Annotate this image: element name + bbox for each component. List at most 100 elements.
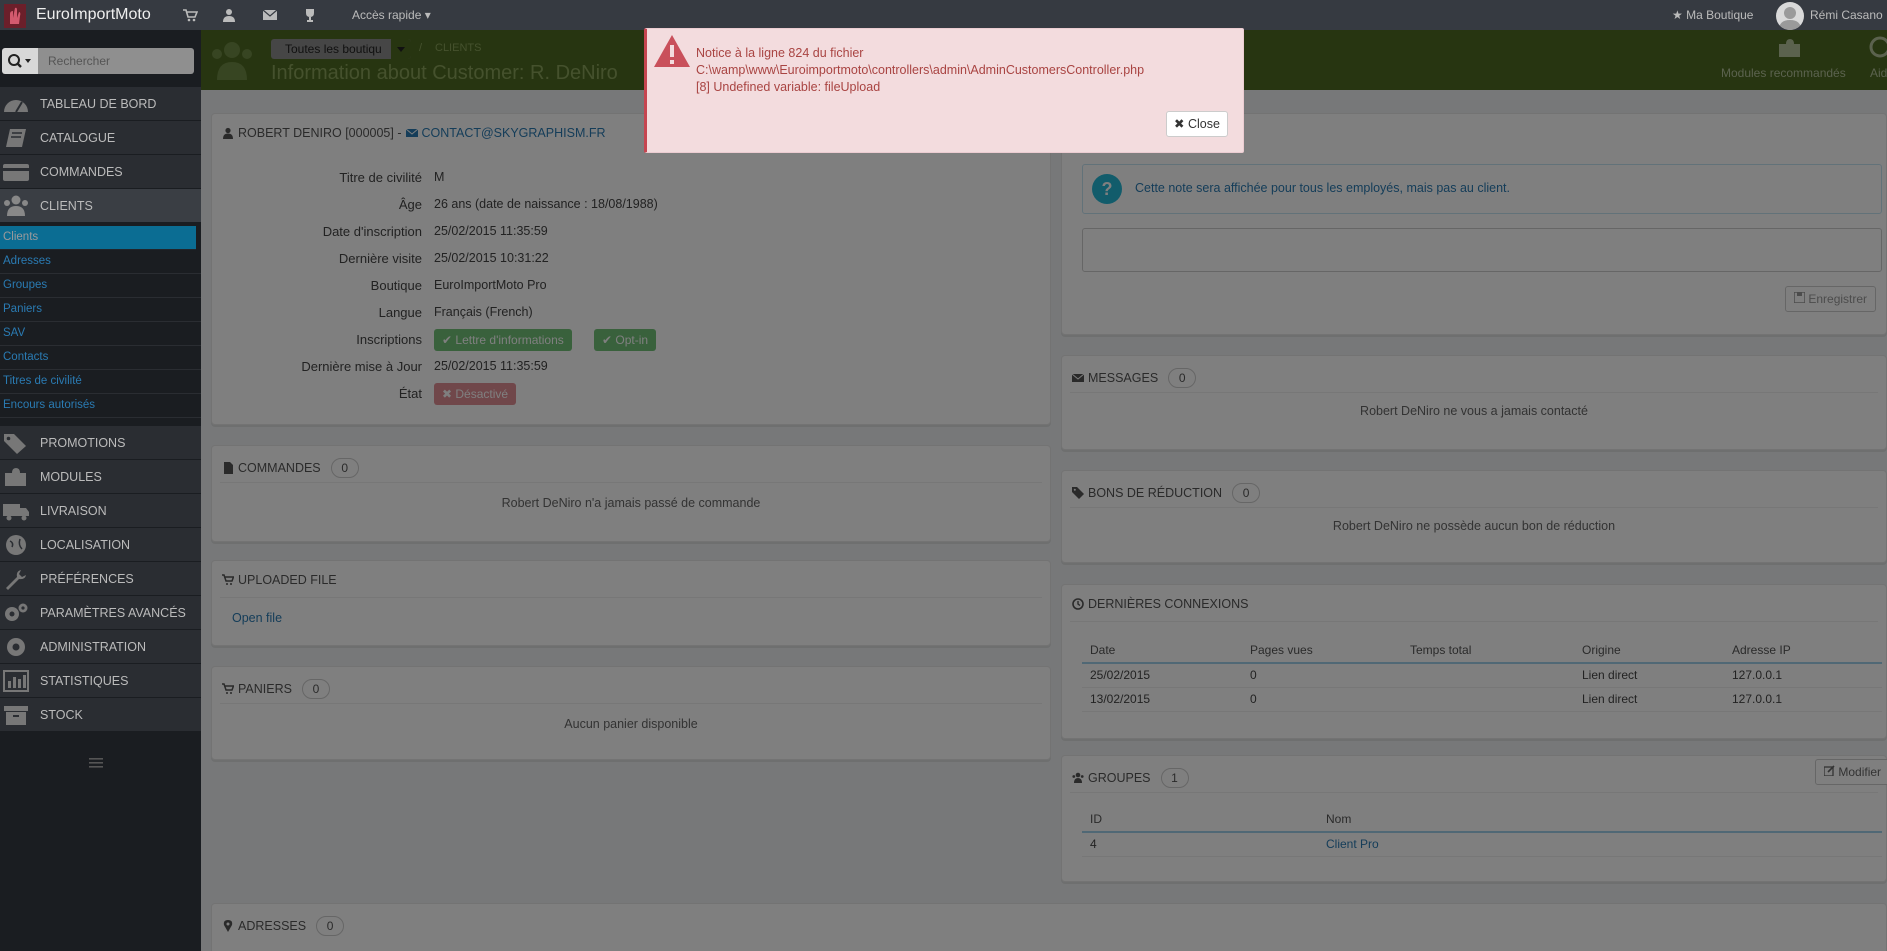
uploaded-file-panel: UPLOADED FILE Open file xyxy=(211,560,1051,646)
truck-icon xyxy=(3,504,29,521)
cart-icon[interactable] xyxy=(182,8,198,22)
menu-item-advanced-parameters[interactable]: PARAMÈTRES AVANCÉS xyxy=(0,596,201,630)
uploaded-file-heading: UPLOADED FILE xyxy=(222,573,337,587)
alert-line-1: Notice à la ligne 824 du fichier xyxy=(696,46,864,60)
clock-icon xyxy=(1072,598,1084,610)
table-row: 13/02/2015 0 Lien direct 127.0.0.1 xyxy=(1082,687,1882,712)
question-icon: ? xyxy=(1092,174,1122,204)
map-marker-icon xyxy=(223,920,233,932)
collapse-menu-icon[interactable] xyxy=(89,758,103,768)
open-file-link[interactable]: Open file xyxy=(232,611,282,625)
my-shop-link[interactable]: ★ Ma Boutique xyxy=(1672,8,1753,22)
submenu-item-customers[interactable]: Clients xyxy=(0,226,196,250)
customer-name: ROBERT DENIRO [000005] - xyxy=(238,126,402,140)
field-age: Âge 26 ans (date de naissance : 18/08/198… xyxy=(398,197,658,212)
vouchers-empty-message: Robert DeNiro ne possède aucun bon de ré… xyxy=(1332,519,1616,533)
trophy-icon[interactable] xyxy=(302,8,318,22)
field-shop: Boutique EuroImportMoto Pro xyxy=(370,278,547,293)
prestashop-logo-icon[interactable] xyxy=(4,4,26,28)
orders-empty-message: Robert DeNiro n'a jamais passé de comman… xyxy=(501,496,761,510)
note-textarea[interactable] xyxy=(1082,228,1882,272)
customers-header-icon xyxy=(212,42,252,80)
menu-item-stock[interactable]: STOCK xyxy=(0,698,201,732)
orders-panel: COMMANDES 0 Robert DeNiro n'a jamais pass… xyxy=(211,445,1051,542)
search-input[interactable] xyxy=(38,48,194,74)
connections-table: Date Pages vues Temps total Origine Adre… xyxy=(1082,637,1882,712)
menu-item-orders[interactable]: COMMANDES xyxy=(0,155,201,189)
search-icon xyxy=(8,54,31,68)
alert-line-3: [8] Undefined variable: fileUpload xyxy=(696,80,881,94)
save-note-button[interactable]: Enregistrer xyxy=(1785,286,1877,312)
customers-submenu: Clients Adresses Groupes Paniers SAV Con… xyxy=(0,226,201,418)
submenu-item-carts[interactable]: Paniers xyxy=(0,298,201,322)
newsletter-badge: ✔ Lettre d'informations xyxy=(434,329,572,351)
user-name[interactable]: Rémi Casano xyxy=(1810,8,1883,22)
close-icon: ✖ xyxy=(1174,117,1185,131)
sidebar-search xyxy=(0,48,194,74)
dashboard-icon xyxy=(4,100,28,113)
user-avatar[interactable] xyxy=(1776,2,1804,30)
menu-item-customers[interactable]: CLIENTS xyxy=(0,189,201,223)
user-icon[interactable] xyxy=(221,8,237,22)
menu-item-promotions[interactable]: PROMOTIONS xyxy=(0,426,201,460)
globe-icon xyxy=(6,535,26,555)
menu-item-statistics[interactable]: STATISTIQUES xyxy=(0,664,201,698)
table-row: 25/02/2015 0 Lien direct 127.0.0.1 xyxy=(1082,663,1882,688)
menu-item-localization[interactable]: LOCALISATION xyxy=(0,528,201,562)
vouchers-heading: BONS DE RÉDUCTION 0 xyxy=(1072,483,1261,503)
menu-item-administration[interactable]: ADMINISTRATION xyxy=(0,630,201,664)
tags-icon xyxy=(4,434,26,454)
users-icon xyxy=(1072,772,1084,783)
menu-item-shipping[interactable]: LIVRAISON xyxy=(0,494,201,528)
status-badge[interactable]: ✖ Désactivé xyxy=(434,383,517,405)
search-type-button[interactable] xyxy=(2,48,38,74)
breadcrumb[interactable]: CLIENTS xyxy=(435,42,481,54)
submenu-item-titles[interactable]: Titres de civilité xyxy=(0,370,201,394)
users-icon xyxy=(4,195,28,216)
orders-count: 0 xyxy=(330,458,359,478)
menu-item-preferences[interactable]: PRÉFÉRENCES xyxy=(0,562,201,596)
cart-icon xyxy=(222,683,234,694)
shop-selector[interactable]: Toutes les boutiqu xyxy=(271,39,411,59)
submenu-item-customer-service[interactable]: SAV xyxy=(0,322,201,346)
table-row: 4 Client Pro xyxy=(1082,832,1882,857)
bar-chart-icon xyxy=(3,670,29,692)
submenu-item-addresses[interactable]: Adresses xyxy=(0,250,201,274)
svg-text:?: ? xyxy=(1102,179,1113,199)
field-title: Titre de civilité M xyxy=(339,170,445,185)
shop-brand-name[interactable]: EuroImportMoto xyxy=(36,6,151,24)
envelope-icon[interactable] xyxy=(262,8,278,22)
note-info-box: ? Cette note sera affichée pour tous les… xyxy=(1082,164,1882,214)
cogs-icon xyxy=(5,603,28,621)
menu-item-catalog[interactable]: CATALOGUE xyxy=(0,121,201,155)
breadcrumb-separator: / xyxy=(419,42,423,54)
submenu-item-groups[interactable]: Groupes xyxy=(0,274,201,298)
help-button[interactable]: Aid xyxy=(1870,66,1887,80)
file-icon xyxy=(224,462,233,474)
addresses-heading: ADRESSES 0 xyxy=(222,916,345,936)
submenu-item-outstanding[interactable]: Encours autorisés xyxy=(0,394,201,418)
orders-heading: COMMANDES 0 xyxy=(222,458,359,478)
optin-badge: ✔ Opt-in xyxy=(594,329,657,351)
customer-email-link[interactable]: CONTACT@SKYGRAPHISM.FR xyxy=(422,126,606,140)
puzzle-icon[interactable] xyxy=(1776,36,1804,60)
quick-access-menu[interactable]: Accès rapide ▾ xyxy=(352,8,431,22)
vouchers-count: 0 xyxy=(1232,483,1261,503)
menu-item-dashboard[interactable]: TABLEAU DE BORD xyxy=(0,87,201,121)
cog-icon xyxy=(7,638,25,656)
wrench-icon xyxy=(6,570,26,590)
groups-table: ID Nom 4 Client Pro xyxy=(1082,806,1882,857)
carts-empty-message: Aucun panier disponible xyxy=(564,717,698,731)
submenu-item-contacts[interactable]: Contacts xyxy=(0,346,201,370)
connections-heading: DERNIÈRES CONNEXIONS xyxy=(1072,597,1248,611)
edit-icon xyxy=(1823,765,1835,777)
addresses-count: 0 xyxy=(316,916,345,936)
addresses-panel: ADRESSES 0 xyxy=(211,903,1887,951)
help-icon[interactable] xyxy=(1869,36,1887,58)
tag-icon xyxy=(1072,487,1084,499)
menu-item-modules[interactable]: MODULES xyxy=(0,460,201,494)
edit-groups-button[interactable]: Modifier xyxy=(1815,759,1887,785)
recommended-modules-button[interactable]: Modules recommandés xyxy=(1721,66,1846,80)
close-button[interactable]: ✖ Close xyxy=(1166,111,1228,137)
group-link[interactable]: Client Pro xyxy=(1318,832,1882,857)
